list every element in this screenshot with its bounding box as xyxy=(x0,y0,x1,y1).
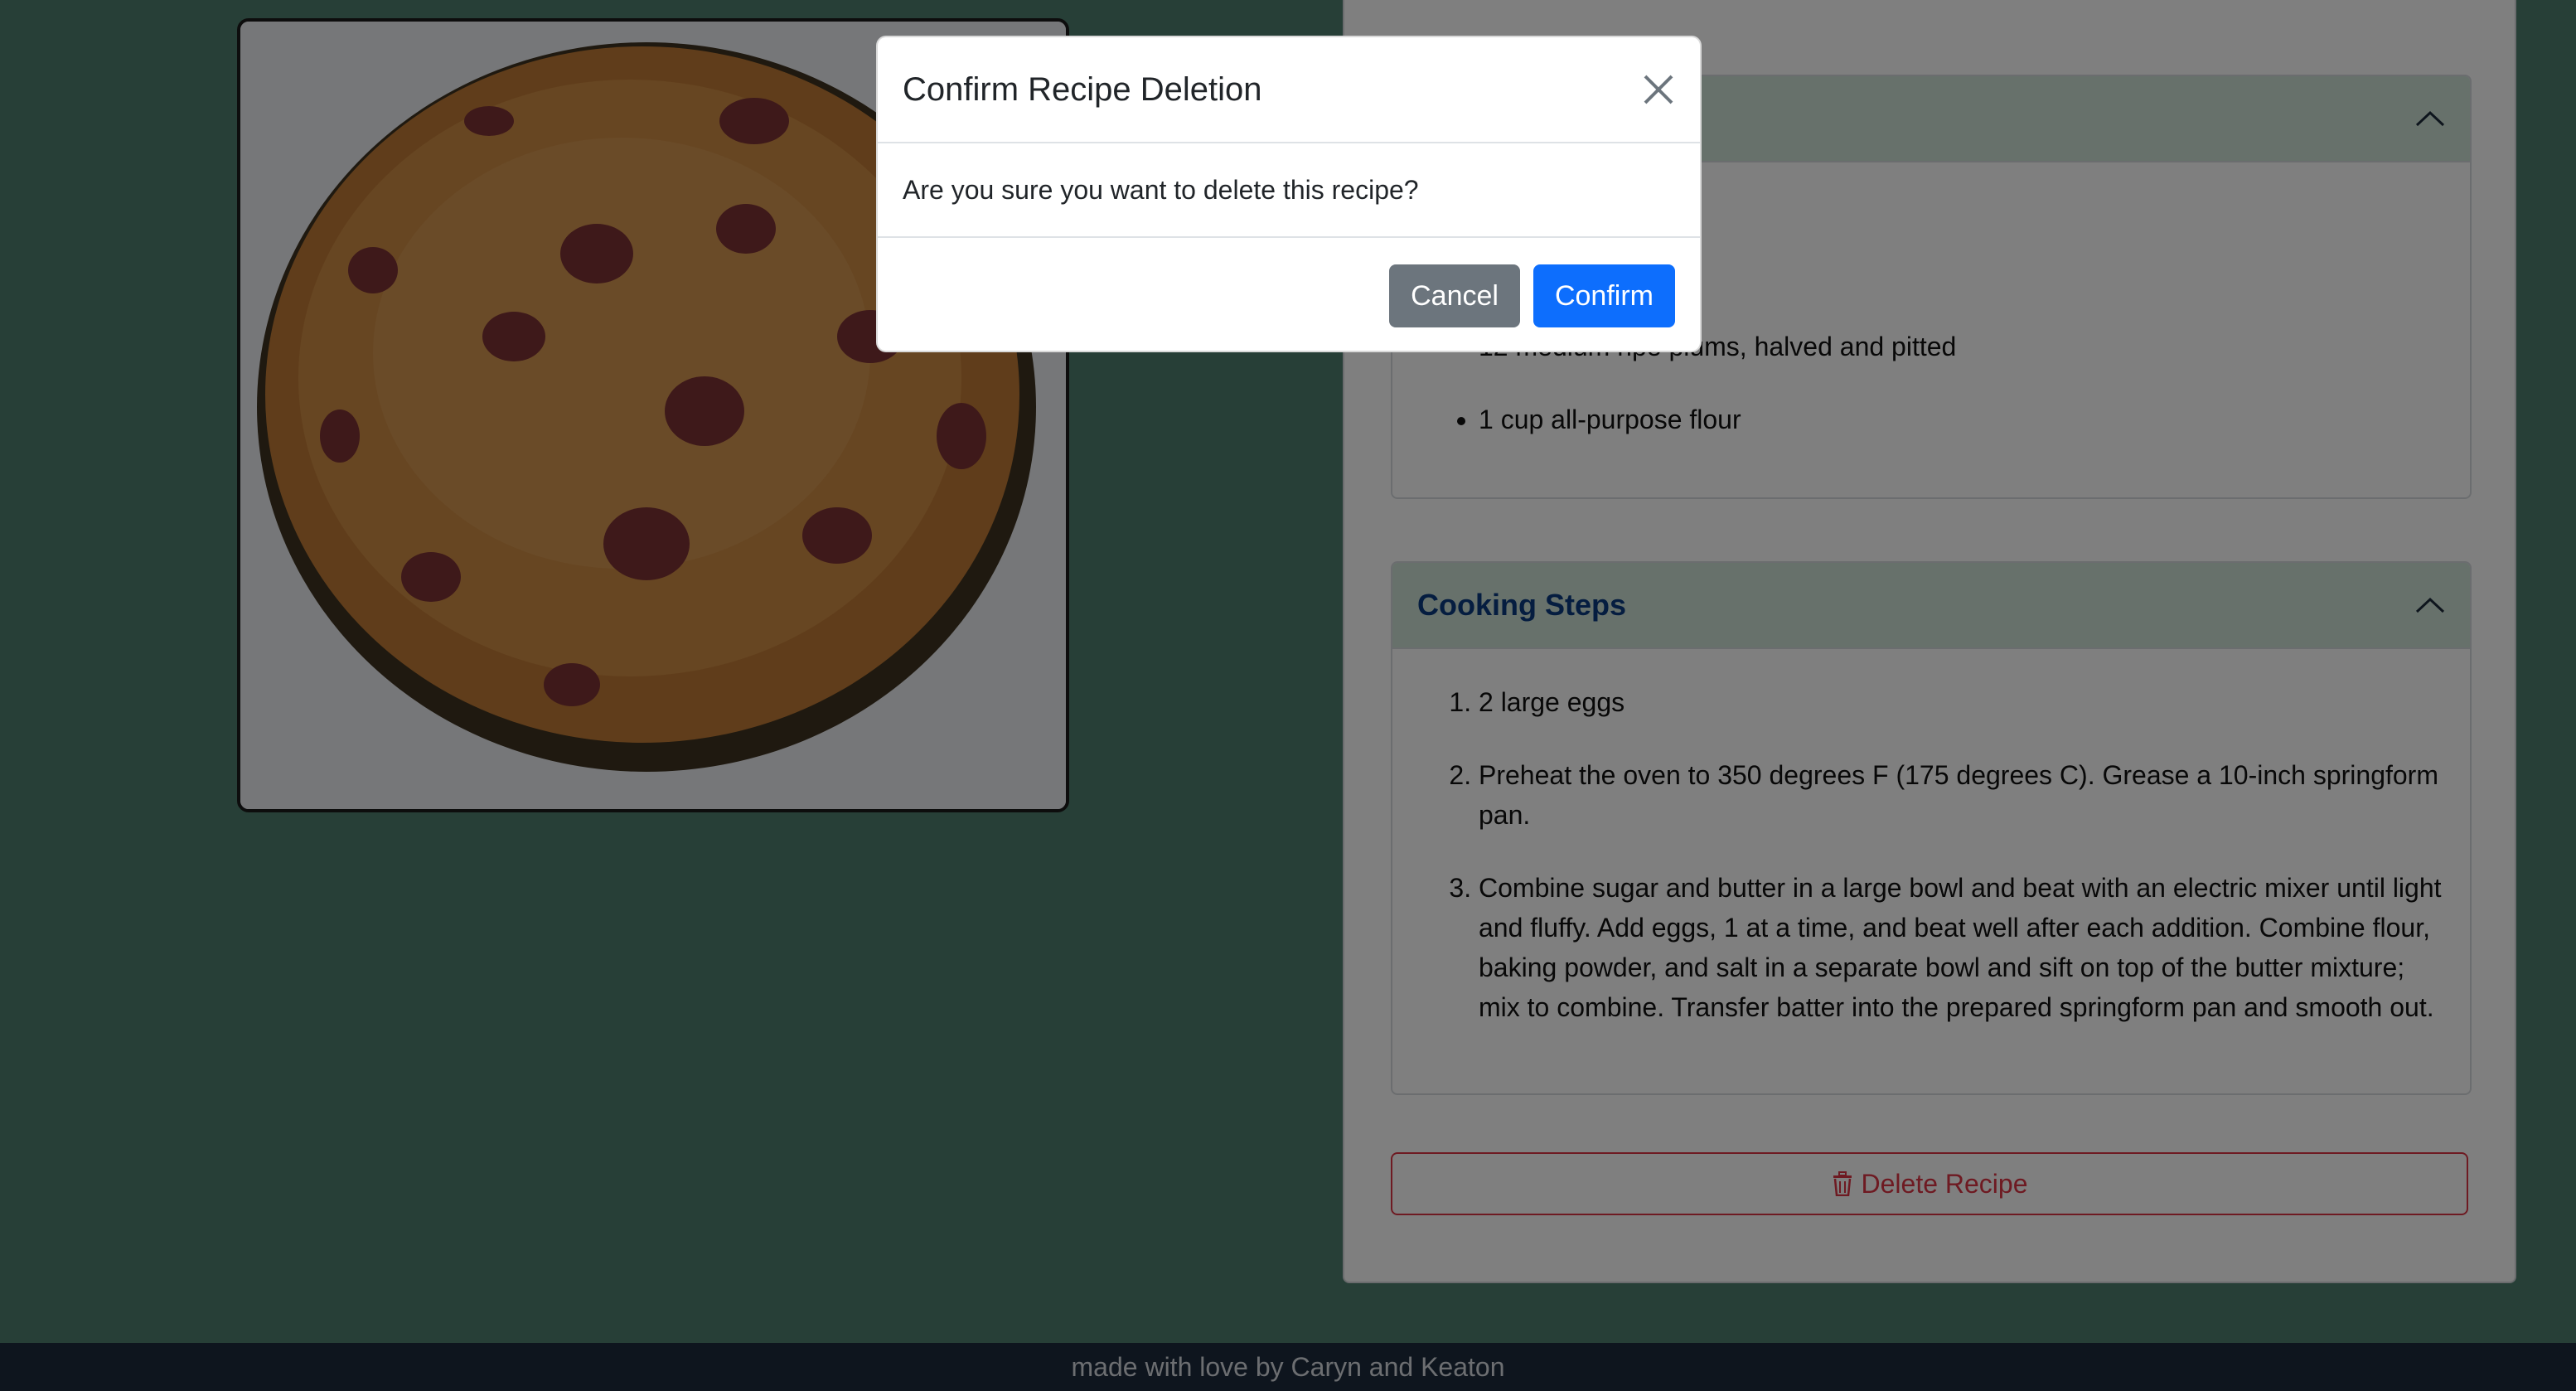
confirm-delete-modal: Confirm Recipe Deletion Are you sure you… xyxy=(876,36,1702,352)
cancel-button[interactable]: Cancel xyxy=(1389,264,1520,327)
modal-message: Are you sure you want to delete this rec… xyxy=(903,174,1419,205)
confirm-button[interactable]: Confirm xyxy=(1533,264,1675,327)
modal-footer: Cancel Confirm xyxy=(878,238,1700,327)
modal-body: Are you sure you want to delete this rec… xyxy=(878,143,1700,238)
close-icon[interactable] xyxy=(1642,73,1675,106)
modal-header: Confirm Recipe Deletion xyxy=(878,37,1700,143)
modal-title: Confirm Recipe Deletion xyxy=(903,70,1262,108)
